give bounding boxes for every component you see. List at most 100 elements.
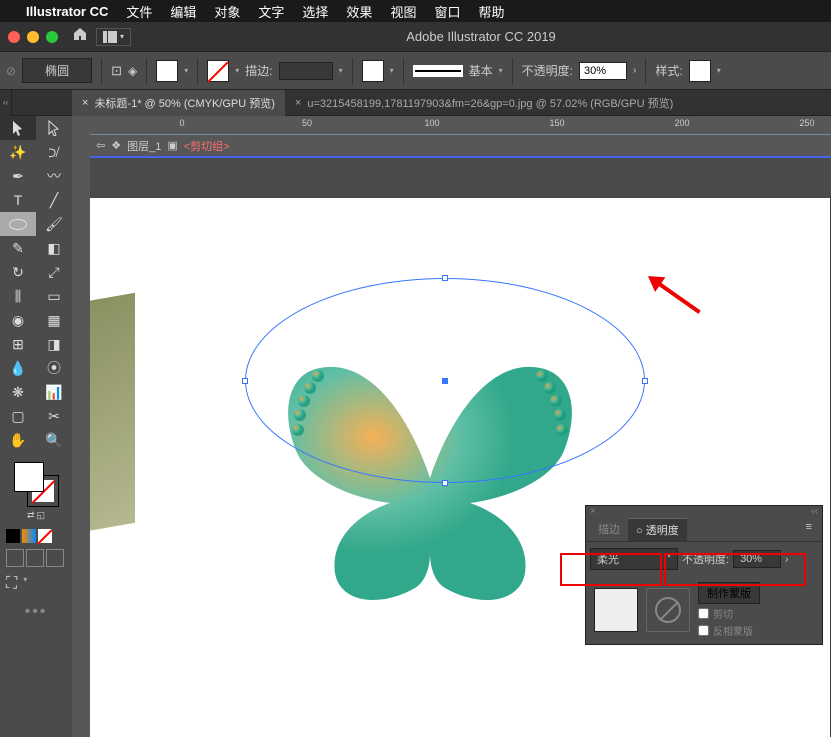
hand-tool[interactable]: ✋ (0, 428, 36, 452)
perspective-tool[interactable]: ▦ (36, 308, 72, 332)
menu-effect[interactable]: 效果 (346, 2, 372, 21)
gradient-tool[interactable]: ◨ (36, 332, 72, 356)
transform-icon[interactable]: ◈ (128, 64, 137, 78)
selection-center-point[interactable] (442, 378, 448, 384)
shape-builder-tool[interactable]: ◉ (0, 308, 36, 332)
home-icon[interactable] (72, 26, 88, 47)
direct-selection-tool[interactable] (36, 116, 72, 140)
shape-type-label[interactable]: 椭圆 (22, 58, 92, 83)
selected-ellipse[interactable] (245, 278, 645, 483)
color-mode-swatch[interactable] (6, 529, 20, 543)
selection-handle-left[interactable] (242, 378, 248, 384)
swap-fill-stroke-icon[interactable]: ⇄ (27, 510, 35, 521)
stroke-weight-input[interactable] (279, 62, 333, 80)
eraser-tool[interactable]: ◧ (36, 236, 72, 260)
opacity-more[interactable]: › (633, 65, 636, 76)
align-icon[interactable]: ⊡ (111, 63, 122, 79)
draw-inside-mode[interactable] (46, 549, 64, 567)
screen-mode-button[interactable]: ⛶ (6, 575, 17, 593)
fill-dropdown[interactable]: ▾ (184, 66, 188, 75)
draw-behind-mode[interactable] (26, 549, 44, 567)
selection-handle-bottom[interactable] (442, 480, 448, 486)
panel-menu-icon[interactable]: ≡ (800, 518, 818, 541)
edit-toolbar-button[interactable]: ••• (0, 597, 72, 627)
stroke-weight-dropdown[interactable]: ▾ (339, 66, 343, 75)
workspace-layout-button[interactable]: ▾ (96, 28, 131, 46)
invert-mask-checkbox[interactable]: 反相蒙版 (698, 623, 760, 638)
minimize-window-button[interactable] (27, 31, 39, 43)
isolation-breadcrumb[interactable]: ⇦ ❖ 图层_1 ▣ <剪切组> (90, 134, 831, 158)
style-dropdown[interactable]: ▾ (717, 66, 721, 75)
rotate-tool[interactable]: ↻ (0, 260, 36, 284)
stroke-panel-tab[interactable]: 描边 (590, 518, 628, 541)
mesh-tool[interactable]: ⊞ (0, 332, 36, 356)
mask-thumbnail[interactable] (646, 588, 690, 632)
selection-handle-top[interactable] (442, 275, 448, 281)
panel-opacity-more[interactable]: › (785, 554, 788, 565)
symbol-sprayer-tool[interactable]: ❋ (0, 380, 36, 404)
graphic-style-swatch[interactable] (689, 60, 711, 82)
brush-dropdown[interactable]: ▾ (390, 66, 394, 75)
app-name[interactable]: Illustrator CC (26, 4, 108, 19)
doc-tab-2[interactable]: × u=3215458199,1781197903&fm=26&gp=0.jpg… (285, 90, 683, 116)
doc-tab-1[interactable]: × 未标题-1* @ 50% (CMYK/GPU 预览) (72, 90, 285, 116)
vertical-ruler[interactable] (72, 134, 90, 737)
artboard-tool[interactable]: ▢ (0, 404, 36, 428)
panel-close-icon[interactable]: × (590, 506, 596, 518)
slice-tool[interactable]: ✂ (36, 404, 72, 428)
blend-tool[interactable]: ⦿ (36, 356, 72, 380)
close-window-button[interactable] (8, 31, 20, 43)
menu-select[interactable]: 选择 (302, 2, 328, 21)
menu-window[interactable]: 窗口 (434, 2, 460, 21)
graph-tool[interactable]: 📊 (36, 380, 72, 404)
menu-object[interactable]: 对象 (214, 2, 240, 21)
menu-edit[interactable]: 编辑 (170, 2, 196, 21)
screen-mode-dropdown[interactable]: ▾ (23, 575, 27, 593)
layer-name[interactable]: 图层_1 (127, 138, 161, 154)
horizontal-ruler[interactable]: 0 50 100 150 200 250 (72, 116, 831, 134)
artboard[interactable] (90, 198, 830, 737)
selection-handle-right[interactable] (642, 378, 648, 384)
selection-tool[interactable] (0, 116, 36, 140)
close-tab-icon[interactable]: × (82, 97, 88, 109)
curvature-tool[interactable]: 〰 (36, 164, 72, 188)
brush-swatch[interactable] (362, 60, 384, 82)
fill-stroke-swatches[interactable] (14, 462, 58, 506)
panel-opacity-input[interactable]: 30% (733, 550, 781, 568)
stroke-style-preview[interactable] (413, 65, 463, 77)
zoom-tool[interactable]: 🔍 (36, 428, 72, 452)
pen-tool[interactable]: ✒ (0, 164, 36, 188)
stroke-style-dropdown[interactable]: ▾ (499, 66, 503, 75)
menu-type[interactable]: 文字 (258, 2, 284, 21)
free-transform-tool[interactable]: ▭ (36, 284, 72, 308)
transparency-panel-tab[interactable]: ○ 透明度 (628, 518, 687, 541)
clip-checkbox[interactable]: 剪切 (698, 606, 760, 621)
paintbrush-tool[interactable]: 🖌 (36, 212, 72, 236)
fill-swatch-main[interactable] (14, 462, 44, 492)
scale-tool[interactable]: ⤢ (36, 260, 72, 284)
ellipse-tool[interactable] (0, 212, 36, 236)
pencil-tool[interactable]: ✎ (0, 236, 36, 260)
blend-mode-select[interactable]: 柔光 ▾ (590, 548, 678, 570)
clipgroup-label[interactable]: <剪切组> (184, 138, 230, 154)
eyedropper-tool[interactable]: 💧 (0, 356, 36, 380)
opacity-input[interactable] (579, 62, 627, 80)
make-mask-button[interactable]: 制作蒙版 (698, 582, 760, 604)
draw-normal-mode[interactable] (6, 549, 24, 567)
line-tool[interactable]: ╱ (36, 188, 72, 212)
none-mode-swatch[interactable] (38, 529, 52, 543)
width-tool[interactable]: ⫼ (0, 284, 36, 308)
clipped-shape[interactable] (90, 293, 135, 534)
lasso-tool[interactable]: ⟉ (36, 140, 72, 164)
magic-wand-tool[interactable]: ✨ (0, 140, 36, 164)
transparency-panel[interactable]: × ‹‹ 描边 ○ 透明度 ≡ 柔光 ▾ 不透明度: 30% › 制作蒙版 剪切… (585, 505, 823, 645)
type-tool[interactable]: T (0, 188, 36, 212)
maximize-window-button[interactable] (46, 31, 58, 43)
stroke-color-dropdown[interactable]: ▾ (235, 66, 239, 75)
layers-icon[interactable]: ❖ (111, 139, 121, 152)
canvas[interactable] (90, 158, 831, 737)
fill-swatch[interactable] (156, 60, 178, 82)
panel-collapse-icon[interactable]: ‹‹ (811, 506, 818, 518)
gradient-mode-swatch[interactable] (22, 529, 36, 543)
object-thumbnail[interactable] (594, 588, 638, 632)
